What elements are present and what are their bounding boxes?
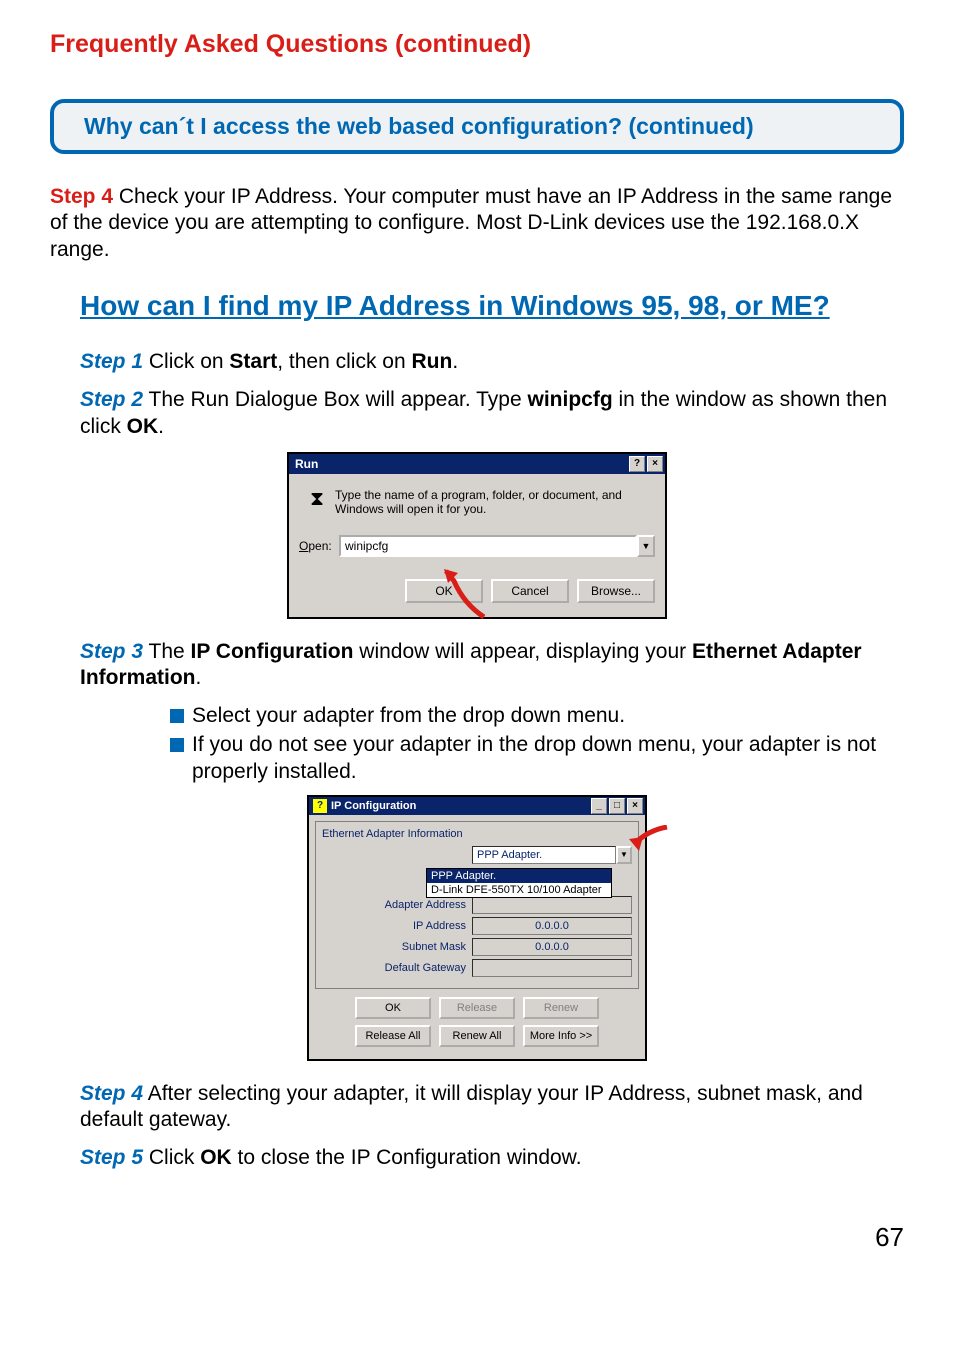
lbl-default-gateway: Default Gateway xyxy=(322,962,472,974)
lbl-subnet-mask: Subnet Mask xyxy=(322,941,472,953)
run-title: Run xyxy=(295,457,318,471)
run-icon: ⧗ xyxy=(299,488,335,517)
open-input[interactable] xyxy=(339,535,637,557)
t: , then click on xyxy=(277,350,411,373)
sub-step5: Step 5 Click OK to close the IP Configur… xyxy=(80,1145,904,1171)
ipconfig-window: ? IP Configuration _ □ × Ethernet Adapte… xyxy=(307,795,647,1061)
t: After selecting your adapter, it will di… xyxy=(80,1082,863,1131)
cancel-button[interactable]: Cancel xyxy=(491,579,569,603)
t: Click on xyxy=(143,350,229,373)
subheading: How can I find my IP Address in Windows … xyxy=(80,288,904,324)
sub-step3: Step 3 The IP Configuration window will … xyxy=(80,639,904,692)
more-info-button[interactable]: More Info >> xyxy=(523,1025,599,1047)
step-label: Step 4 xyxy=(80,1082,143,1105)
t: . xyxy=(196,666,202,689)
t: The Run Dialogue Box will appear. Type xyxy=(143,388,527,411)
t: to close the IP Configuration window. xyxy=(232,1146,582,1169)
close-icon[interactable]: × xyxy=(647,456,663,472)
sub-step2: Step 2 The Run Dialogue Box will appear.… xyxy=(80,387,904,440)
help-icon[interactable]: ? xyxy=(629,456,645,472)
t: Start xyxy=(229,350,277,373)
lbl-ip-address: IP Address xyxy=(322,920,472,932)
t: OK xyxy=(127,415,159,438)
t: . xyxy=(158,415,164,438)
bullet-1: Select your adapter from the drop down m… xyxy=(170,703,904,729)
adapter-select[interactable]: PPP Adapter. xyxy=(472,846,616,864)
bullet-icon xyxy=(170,709,184,723)
bullet-2: If you do not see your adapter in the dr… xyxy=(170,732,904,785)
run-titlebar: Run ? × xyxy=(289,454,665,474)
dropdown-icon[interactable]: ▼ xyxy=(637,535,655,557)
ok-button[interactable]: OK xyxy=(355,997,431,1019)
t: Click xyxy=(143,1146,200,1169)
minimize-icon[interactable]: _ xyxy=(591,798,607,814)
val-subnet-mask: 0.0.0.0 xyxy=(472,938,632,956)
open-label: Open: xyxy=(299,539,339,553)
release-button[interactable]: Release xyxy=(439,997,515,1019)
page-number: 67 xyxy=(50,1222,904,1253)
option-ppp[interactable]: PPP Adapter. xyxy=(427,869,611,883)
t: . xyxy=(452,350,458,373)
option-dlink[interactable]: D-Link DFE-550TX 10/100 Adapter xyxy=(427,883,611,897)
step-label: Step 3 xyxy=(80,640,143,663)
bullet-text: If you do not see your adapter in the dr… xyxy=(192,732,904,785)
t: The xyxy=(143,640,190,663)
bullet-text: Select your adapter from the drop down m… xyxy=(192,703,904,729)
arrow-icon xyxy=(629,825,669,855)
sub-step1: Step 1 Click on Start, then click on Run… xyxy=(80,349,904,375)
step-text: Check your IP Address. Your computer mus… xyxy=(50,185,892,261)
maximize-icon[interactable]: □ xyxy=(609,798,625,814)
t: window will appear, displaying your xyxy=(353,640,692,663)
step-label: Step 4 xyxy=(50,185,113,208)
app-icon: ? xyxy=(313,799,327,813)
t: winipcfg xyxy=(528,388,613,411)
bullet-icon xyxy=(170,738,184,752)
sub-step4: Step 4 After selecting your adapter, it … xyxy=(80,1081,904,1134)
arrow-icon xyxy=(444,569,494,619)
renew-all-button[interactable]: Renew All xyxy=(439,1025,515,1047)
callout-box: Why can´t I access the web based configu… xyxy=(50,99,904,154)
run-dialog: Run ? × ⧗ Type the name of a program, fo… xyxy=(287,452,667,619)
close-icon[interactable]: × xyxy=(627,798,643,814)
val-adapter-address xyxy=(472,896,632,914)
val-default-gateway xyxy=(472,959,632,977)
t: Run xyxy=(411,350,452,373)
step-label: Step 1 xyxy=(80,350,143,373)
browse-button[interactable]: Browse... xyxy=(577,579,655,603)
run-message: Type the name of a program, folder, or d… xyxy=(335,488,655,517)
step-label: Step 2 xyxy=(80,388,143,411)
renew-button[interactable]: Renew xyxy=(523,997,599,1019)
fieldset-legend: Ethernet Adapter Information xyxy=(322,828,632,840)
release-all-button[interactable]: Release All xyxy=(355,1025,431,1047)
t: IP Configuration xyxy=(191,640,354,663)
ipconfig-title: IP Configuration xyxy=(331,800,416,812)
page-title: Frequently Asked Questions (continued) xyxy=(50,30,904,59)
val-ip-address: 0.0.0.0 xyxy=(472,917,632,935)
lbl-adapter-address: Adapter Address xyxy=(322,899,472,911)
step-label: Step 5 xyxy=(80,1146,143,1169)
t: OK xyxy=(200,1146,232,1169)
ipconfig-titlebar: ? IP Configuration _ □ × xyxy=(309,797,645,815)
adapter-dropdown-list[interactable]: PPP Adapter. D-Link DFE-550TX 10/100 Ada… xyxy=(426,868,612,898)
step4-paragraph: Step 4 Check your IP Address. Your compu… xyxy=(50,184,904,263)
callout-text: Why can´t I access the web based configu… xyxy=(84,113,754,139)
